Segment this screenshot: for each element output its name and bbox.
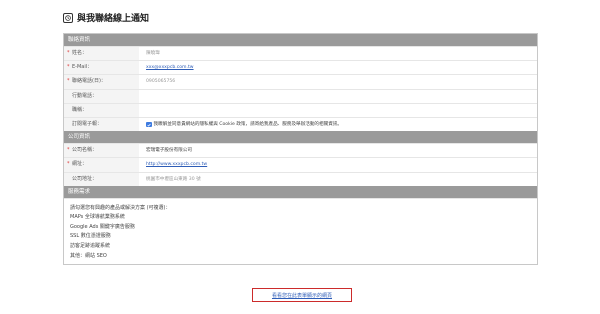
- highlight-box: 看看您在此表單顯示的網頁: [252, 288, 352, 302]
- form-row-website: * 網址： http://www.xxxpcb.com.tw: [64, 157, 537, 172]
- required-marker: *: [67, 64, 70, 71]
- required-marker: *: [67, 161, 70, 168]
- required-marker: *: [67, 78, 70, 85]
- name-field[interactable]: 陳曉瑋: [139, 47, 537, 60]
- services-section-header: 服務需求: [64, 185, 537, 198]
- service-item: MAPs 全球導航業務系統: [70, 214, 125, 221]
- page-header: 與我聯絡線上通知: [63, 11, 149, 24]
- required-marker: *: [67, 50, 70, 56]
- page-title: 與我聯絡線上通知: [77, 14, 150, 24]
- newsletter-checkbox[interactable]: [146, 121, 152, 128]
- website-field[interactable]: http://www.xxxpcb.com.tw: [139, 158, 537, 171]
- service-item: 訪客足跡追蹤系統: [70, 243, 111, 250]
- field-label: 訂閱電子報：: [72, 120, 103, 127]
- form-row-address: 公司地址： 桃園市中壢區山東路 30 號: [64, 171, 537, 186]
- services-list: 請勾選您有興趣的產品或解決方案 (可複選)： MAPs 全球導航業務系統 Goo…: [64, 197, 537, 264]
- form-row-name: * 姓名： 陳曉瑋: [64, 46, 537, 61]
- view-form-page-link[interactable]: 看看您在此表單顯示的網頁: [272, 292, 332, 299]
- form-row-phone: * 聯絡電話(日)： 0905065756: [64, 74, 537, 89]
- email-field[interactable]: xxx@xxxpcb.com.tw: [139, 61, 537, 74]
- field-label: 聯絡電話(日)：: [72, 78, 106, 85]
- field-label: 網址：: [72, 161, 88, 168]
- service-item: Google Ads 關鍵字廣告服務: [70, 223, 135, 230]
- field-label: 公司名稱：: [72, 147, 98, 154]
- job-title-field[interactable]: [139, 104, 537, 117]
- form-row-email: * E-Mail： xxx@xxxpcb.com.tw: [64, 60, 537, 75]
- form-row-mobile: 行動電話：: [64, 88, 537, 103]
- form-row-job-title: 職稱：: [64, 102, 537, 117]
- services-intro: 請勾選您有興趣的產品或解決方案 (可複選)：: [70, 204, 171, 211]
- contact-form: 聯絡資訊 * 姓名： 陳曉瑋 * E-Mail： xxx@xxxpcb.com.tw…: [63, 33, 538, 265]
- field-label: E-Mail：: [72, 64, 93, 71]
- field-label: 職稱：: [72, 106, 88, 113]
- address-field[interactable]: 桃園市中壢區山東路 30 號: [139, 173, 537, 186]
- clock-icon: [63, 12, 73, 23]
- mobile-field[interactable]: [139, 90, 537, 103]
- field-label: 行動電話：: [72, 92, 98, 99]
- required-marker: *: [67, 147, 70, 154]
- contact-section-header: 聯絡資訊: [64, 34, 537, 46]
- service-item: 其他：網站 SEO: [70, 252, 107, 259]
- company-name-field[interactable]: 宏瑞電子股份有限公司: [139, 144, 537, 157]
- company-section-header: 公司資訊: [64, 131, 537, 144]
- service-item: SSL 數位憑證服務: [70, 233, 111, 240]
- phone-field[interactable]: 0905065756: [139, 75, 537, 88]
- field-label: 姓名：: [72, 50, 88, 56]
- newsletter-consent-text: 我瞭解並同意貴網站的隱私權與 Cookie 政策，請寄給我產品、服務及舉辦活動的…: [153, 122, 343, 128]
- field-label: 公司地址：: [72, 175, 98, 182]
- form-row-company-name: * 公司名稱： 宏瑞電子股份有限公司: [64, 143, 537, 158]
- form-row-newsletter: 訂閱電子報： 我瞭解並同意貴網站的隱私權與 Cookie 政策，請寄給我產品、服…: [64, 116, 537, 132]
